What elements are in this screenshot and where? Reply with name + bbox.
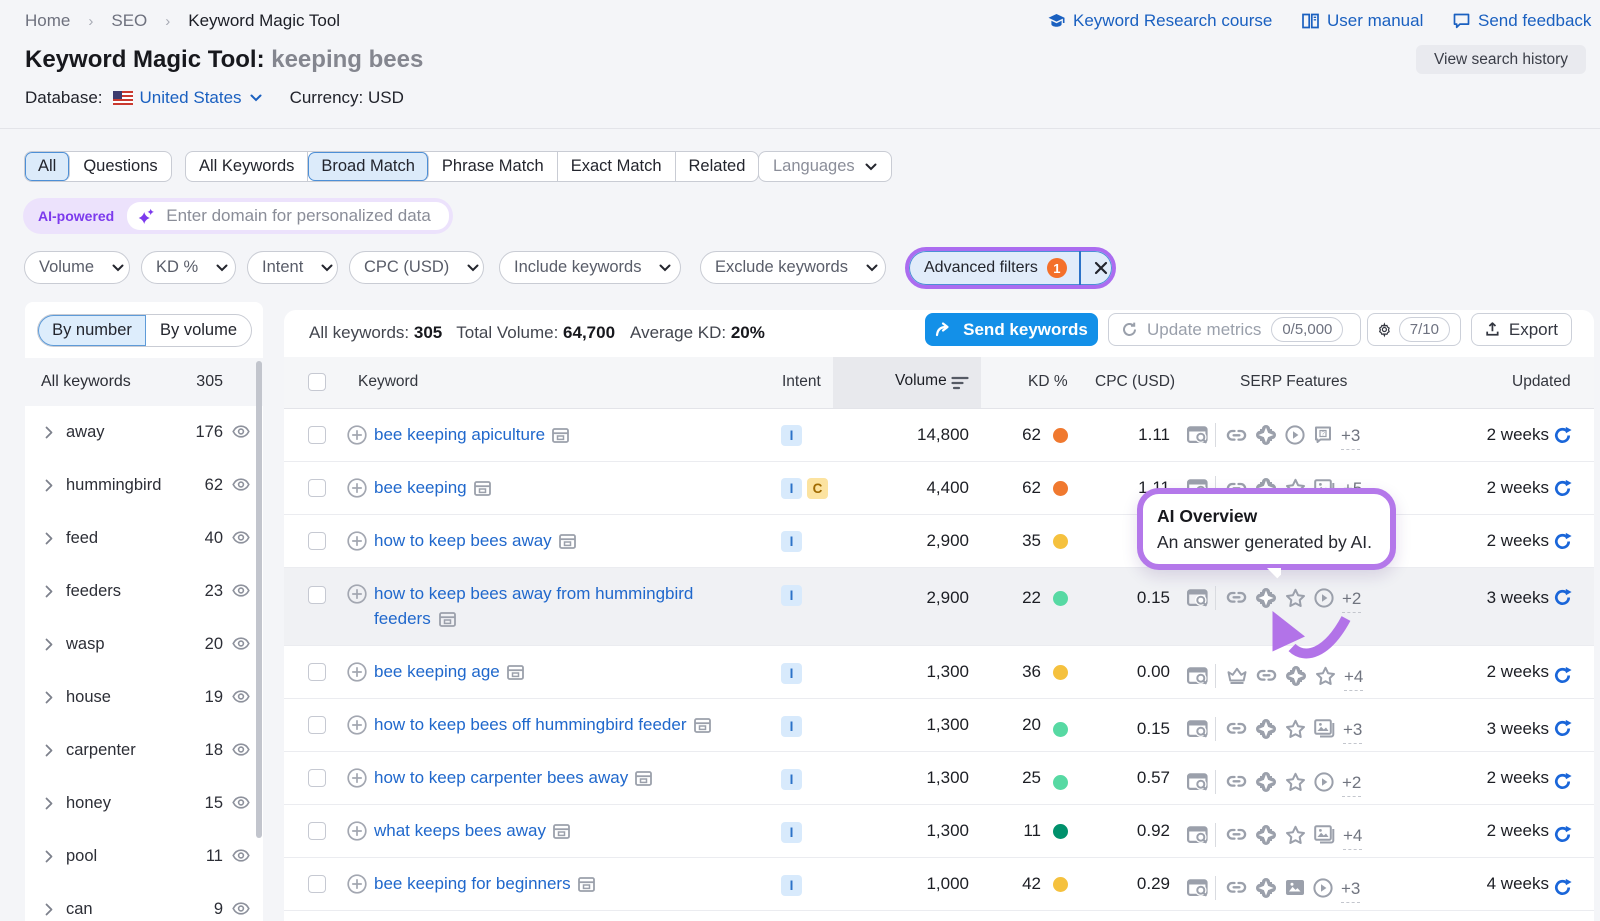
svg-text:?: ? bbox=[1321, 430, 1325, 437]
